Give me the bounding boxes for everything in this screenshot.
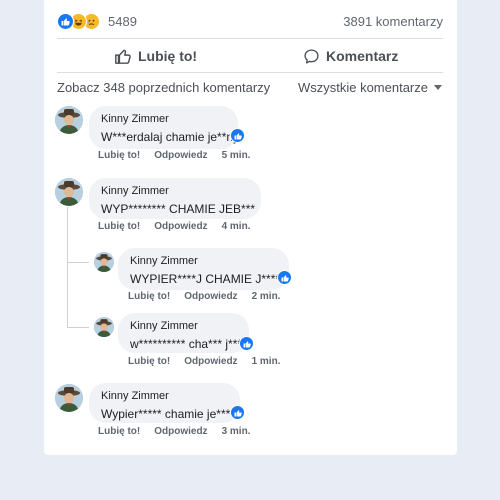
comment-author[interactable]: Kinny Zimmer <box>130 319 237 333</box>
comment-author[interactable]: Kinny Zimmer <box>101 112 226 126</box>
like-icon <box>281 274 289 281</box>
comment-reply-link[interactable]: Odpowiedz <box>154 426 207 437</box>
comment-like-badge[interactable] <box>277 270 292 285</box>
comment-button[interactable]: Komentarz <box>303 46 398 66</box>
view-previous-comments-link[interactable]: Zobacz 348 poprzednich komentarzy <box>57 80 270 95</box>
comment-filter-label: Wszystkie komentarze <box>297 80 428 95</box>
comment-timestamp[interactable]: 1 min. <box>252 356 281 367</box>
comment-author[interactable]: Kinny Zimmer <box>130 254 277 268</box>
like-icon <box>57 12 74 30</box>
comment-text: WYP******** CHAMIE JEB*** <box>101 202 256 216</box>
comment-bubble: Kinny Zimmer WYP******** CHAMIE JEB*** <box>89 178 261 219</box>
thumbs-up-outline-icon <box>115 49 131 64</box>
reaction-count: 5489 <box>108 13 137 29</box>
thread-line <box>67 207 68 327</box>
comment-reply-link[interactable]: Odpowiedz <box>154 150 207 161</box>
comment-text: WYPIER****J CHAMIE J****Y <box>130 272 289 286</box>
comment-text: W***erdalaj chamie je**ny <box>101 130 240 144</box>
comment-bubble: Kinny Zimmer w********** cha*** j***** <box>118 313 252 353</box>
comment-like-link[interactable]: Lubię to! <box>98 150 140 161</box>
comment-actions: Lubię to! Odpowiedz 1 min. <box>128 356 294 367</box>
comment-like-link[interactable]: Lubię to! <box>128 291 170 302</box>
comment-actions: Lubię to! Odpowiedz 4 min. <box>98 221 264 232</box>
comment-like-link[interactable]: Lubię to! <box>98 426 140 437</box>
comment-like-link[interactable]: Lubię to! <box>98 221 140 232</box>
divider <box>57 72 443 73</box>
comment-count[interactable]: 3891 komentarzy <box>343 14 443 29</box>
comment-filter-dropdown[interactable]: Wszystkie komentarze <box>298 80 442 95</box>
comment-timestamp[interactable]: 5 min. <box>222 150 251 161</box>
chevron-down-icon <box>434 85 442 90</box>
comment-bubble-icon <box>304 48 319 64</box>
reactions-summary[interactable]: 5489 <box>57 11 137 31</box>
comment-like-badge[interactable] <box>239 336 254 351</box>
thread-line <box>67 327 89 328</box>
avatar[interactable] <box>55 106 83 134</box>
like-button-label: Lubię to! <box>138 48 198 64</box>
avatar[interactable] <box>94 252 114 272</box>
comment-author[interactable]: Kinny Zimmer <box>101 389 228 403</box>
comment-author[interactable]: Kinny Zimmer <box>101 184 249 198</box>
comment-bubble: Kinny Zimmer W***erdalaj chamie je**ny <box>89 106 240 149</box>
comment-reply-link[interactable]: Odpowiedz <box>184 356 237 367</box>
avatar[interactable] <box>94 317 114 337</box>
avatar[interactable] <box>55 384 83 412</box>
comment-text: Wypier***** chamie je***** <box>101 407 240 421</box>
comment-reply-link[interactable]: Odpowiedz <box>154 221 207 232</box>
comment-like-badge[interactable] <box>230 128 245 143</box>
divider <box>57 38 443 39</box>
thread-line <box>67 262 89 263</box>
comment-reply-link[interactable]: Odpowiedz <box>184 291 237 302</box>
comment-like-link[interactable]: Lubię to! <box>128 356 170 367</box>
like-icon <box>234 132 242 139</box>
comment-text: w********** cha*** j***** <box>130 337 252 351</box>
comment-actions: Lubię to! Odpowiedz 3 min. <box>98 426 264 437</box>
comment-bubble: Kinny Zimmer WYPIER****J CHAMIE J****Y <box>118 248 289 290</box>
comment-button-label: Komentarz <box>326 48 399 64</box>
comment-timestamp[interactable]: 2 min. <box>252 291 281 302</box>
comment-actions: Lubię to! Odpowiedz 2 min. <box>128 291 294 302</box>
like-icon <box>243 340 251 347</box>
comment-actions: Lubię to! Odpowiedz 5 min. <box>98 150 264 161</box>
like-icon <box>234 409 242 416</box>
avatar[interactable] <box>55 178 83 206</box>
comment-bubble: Kinny Zimmer Wypier***** chamie je***** <box>89 383 240 423</box>
comment-timestamp[interactable]: 4 min. <box>222 221 251 232</box>
comment-timestamp[interactable]: 3 min. <box>222 426 251 437</box>
like-button[interactable]: Lubię to! <box>114 46 197 66</box>
comment-like-badge[interactable] <box>230 405 245 420</box>
